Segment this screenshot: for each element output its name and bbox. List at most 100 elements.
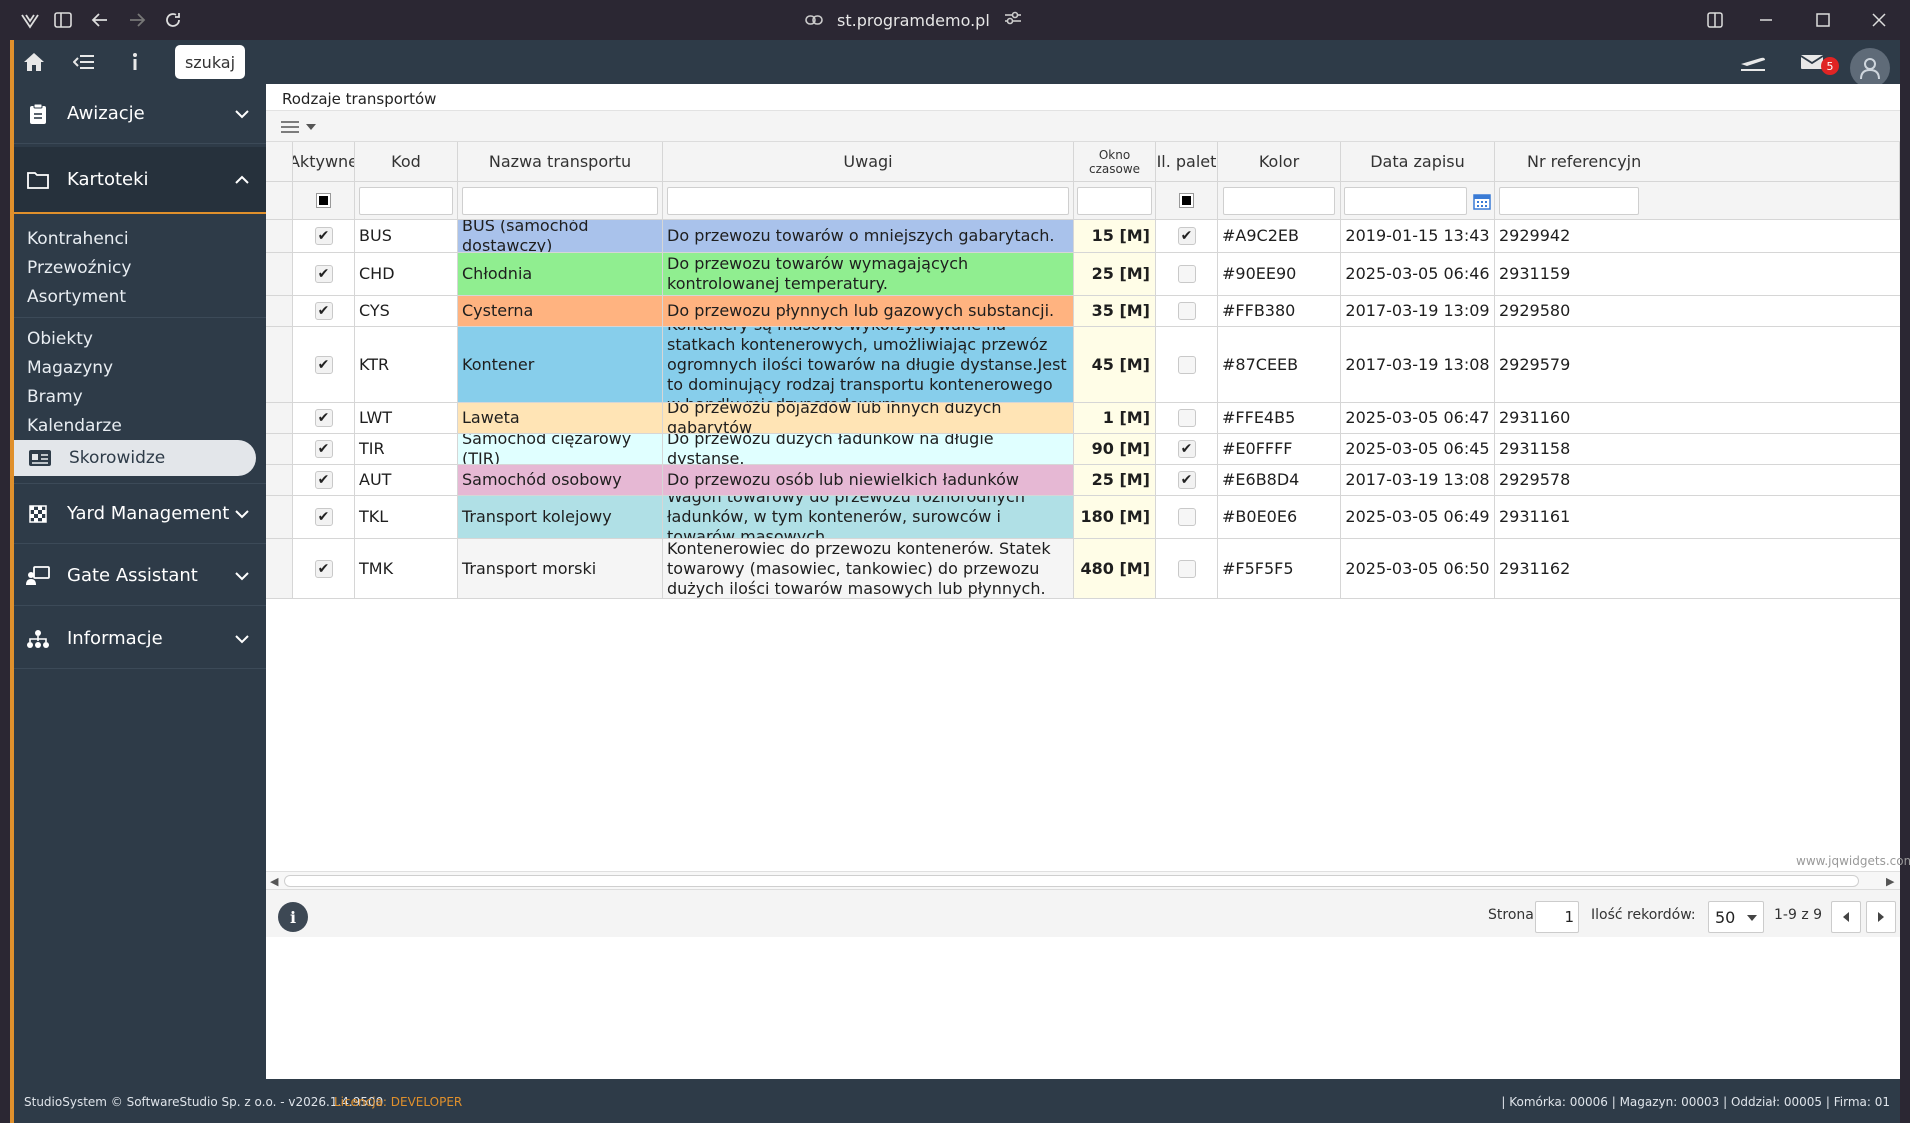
- sidebar-section-awizacje[interactable]: Awizacje: [14, 84, 266, 144]
- cell-uwagi[interactable]: Do przewozu płynnych lub gazowych substa…: [663, 296, 1074, 326]
- filter-okno-input[interactable]: [1077, 186, 1152, 215]
- cell-kod[interactable]: TMK: [355, 539, 458, 598]
- column-header-data[interactable]: Data zapisu: [1341, 142, 1495, 181]
- cell-palety[interactable]: [1156, 496, 1218, 538]
- table-row[interactable]: ✔ CHD Chłodnia Do przewozu towarów wymagają…: [266, 253, 1900, 296]
- cell-aktywne[interactable]: ✔: [293, 296, 355, 326]
- cell-kolor[interactable]: #A9C2EB: [1218, 220, 1341, 252]
- sidebar-item-przewoznicy[interactable]: Przewoźnicy: [27, 258, 131, 278]
- cell-nazwa[interactable]: Chłodnia: [458, 253, 663, 295]
- cell-nazwa[interactable]: BUS (samochód dostawczy): [458, 220, 663, 252]
- cell-okno[interactable]: 1 [M]: [1074, 403, 1156, 433]
- cell-kod[interactable]: TIR: [355, 434, 458, 464]
- checkbox[interactable]: [1177, 559, 1196, 578]
- departures-icon[interactable]: [1738, 50, 1768, 74]
- grid-menu-button[interactable]: [280, 117, 320, 137]
- table-row[interactable]: ✔ TKL Transport kolejowy Wagon towarowy do …: [266, 496, 1900, 539]
- cell-aktywne[interactable]: ✔: [293, 496, 355, 538]
- cell-kod[interactable]: KTR: [355, 327, 458, 402]
- cell-nr[interactable]: 2929579: [1495, 327, 1900, 402]
- checkbox[interactable]: ✔: [314, 559, 333, 578]
- cell-nr[interactable]: 2931161: [1495, 496, 1900, 538]
- cell-palety[interactable]: [1156, 296, 1218, 326]
- row-header[interactable]: [266, 403, 293, 433]
- cell-aktywne[interactable]: ✔: [293, 327, 355, 402]
- checkbox[interactable]: [1177, 355, 1196, 374]
- row-header[interactable]: [266, 539, 293, 598]
- filter-palety-checkbox[interactable]: [1156, 182, 1218, 219]
- cell-uwagi[interactable]: Do przewozu osób lub niewielkich ładunkó…: [663, 465, 1074, 495]
- checkbox[interactable]: [1177, 409, 1196, 427]
- sidebar-item-kontrahenci[interactable]: Kontrahenci: [27, 229, 129, 249]
- cell-nazwa[interactable]: Samochód osobowy: [458, 465, 663, 495]
- checkbox[interactable]: ✔: [314, 227, 333, 245]
- cell-kod[interactable]: LWT: [355, 403, 458, 433]
- cell-nazwa[interactable]: Transport morski: [458, 539, 663, 598]
- cell-nazwa[interactable]: Laweta: [458, 403, 663, 433]
- cell-aktywne[interactable]: ✔: [293, 539, 355, 598]
- cell-uwagi[interactable]: Do przewozu pojazdów lub innych dużych g…: [663, 403, 1074, 433]
- column-header-okno[interactable]: Okno czasowe: [1074, 142, 1156, 181]
- cell-kod[interactable]: BUS: [355, 220, 458, 252]
- table-row[interactable]: ✔ BUS BUS (samochód dostawczy) Do przewozu …: [266, 220, 1900, 253]
- cell-kolor[interactable]: #FFE4B5: [1218, 403, 1341, 433]
- row-header[interactable]: [266, 220, 293, 252]
- cell-uwagi[interactable]: Do przewozu dużych ładunków na długie dy…: [663, 434, 1074, 464]
- sidebar-item-magazyny[interactable]: Magazyny: [27, 358, 113, 378]
- cell-palety[interactable]: ✔: [1156, 434, 1218, 464]
- table-row[interactable]: ✔ CYS Cysterna Do przewozu płynnych lub gaz…: [266, 296, 1900, 327]
- info-icon[interactable]: i: [278, 902, 308, 932]
- filter-kolor-input[interactable]: [1222, 186, 1336, 215]
- checkbox[interactable]: ✔: [314, 302, 333, 320]
- indeterminate-checkbox[interactable]: [316, 193, 331, 208]
- indeterminate-checkbox[interactable]: [1179, 193, 1194, 208]
- cell-aktywne[interactable]: ✔: [293, 465, 355, 495]
- sidebar-item-asortyment[interactable]: Asortyment: [27, 287, 126, 307]
- scroll-left-icon[interactable]: ◀: [270, 875, 278, 888]
- column-header-nazwa[interactable]: Nazwa transportu: [458, 142, 663, 181]
- checkbox[interactable]: ✔: [314, 508, 333, 526]
- sidebar-toggle-icon[interactable]: [52, 9, 74, 31]
- table-row[interactable]: ✔ TMK Transport morski Kontenerowiec do prz…: [266, 539, 1900, 599]
- sidebar-section-yard-management[interactable]: Yard Management: [14, 484, 266, 544]
- cell-kolor[interactable]: #F5F5F5: [1218, 539, 1341, 598]
- cell-okno[interactable]: 25 [M]: [1074, 253, 1156, 295]
- scroll-right-icon[interactable]: ▶: [1886, 875, 1894, 888]
- checkbox[interactable]: ✔: [314, 355, 333, 374]
- next-page-button[interactable]: [1866, 901, 1896, 933]
- cell-kod[interactable]: TKL: [355, 496, 458, 538]
- cell-nazwa[interactable]: Kontener: [458, 327, 663, 402]
- previous-page-button[interactable]: [1831, 901, 1861, 933]
- cell-palety[interactable]: ✔: [1156, 465, 1218, 495]
- user-avatar[interactable]: [1850, 48, 1890, 88]
- row-header[interactable]: [266, 496, 293, 538]
- cell-kolor[interactable]: #FFB380: [1218, 296, 1341, 326]
- cell-nr[interactable]: 2931162: [1495, 539, 1900, 598]
- sidebar-item-skorowidze[interactable]: Skorowidze: [14, 440, 256, 476]
- cell-kod[interactable]: CHD: [355, 253, 458, 295]
- checkbox[interactable]: ✔: [314, 409, 333, 427]
- calendar-icon[interactable]: [1472, 192, 1491, 210]
- table-row[interactable]: ✔ AUT Samochód osobowy Do przewozu osób lub…: [266, 465, 1900, 496]
- search-button[interactable]: szukaj: [175, 45, 245, 79]
- cell-palety[interactable]: ✔: [1156, 220, 1218, 252]
- cell-palety[interactable]: [1156, 403, 1218, 433]
- horizontal-scrollbar[interactable]: ◀ ▶: [266, 871, 1900, 889]
- cell-aktywne[interactable]: ✔: [293, 253, 355, 295]
- cell-data[interactable]: 2019-01-15 13:43: [1341, 220, 1495, 252]
- cell-nr[interactable]: 2931158: [1495, 434, 1900, 464]
- scrollbar-thumb[interactable]: [284, 875, 1859, 887]
- column-header-palety[interactable]: Il. palet: [1156, 142, 1218, 181]
- row-header[interactable]: [266, 253, 293, 295]
- cell-palety[interactable]: [1156, 539, 1218, 598]
- cell-okno[interactable]: 35 [M]: [1074, 296, 1156, 326]
- checkbox[interactable]: [1177, 508, 1196, 526]
- table-row[interactable]: ✔ KTR Kontener Kontenery są masowo wykorzys…: [266, 327, 1900, 403]
- table-row[interactable]: ✔ TIR Samochód ciężarowy (TIR) Do przewozu …: [266, 434, 1900, 465]
- checkbox[interactable]: ✔: [314, 440, 333, 458]
- back-icon[interactable]: [89, 9, 111, 31]
- cell-nr[interactable]: 2929578: [1495, 465, 1900, 495]
- minimize-icon[interactable]: [1755, 9, 1777, 31]
- cell-uwagi[interactable]: Kontenerowiec do przewozu kontenerów. St…: [663, 539, 1074, 598]
- cell-data[interactable]: 2025-03-05 06:45: [1341, 434, 1495, 464]
